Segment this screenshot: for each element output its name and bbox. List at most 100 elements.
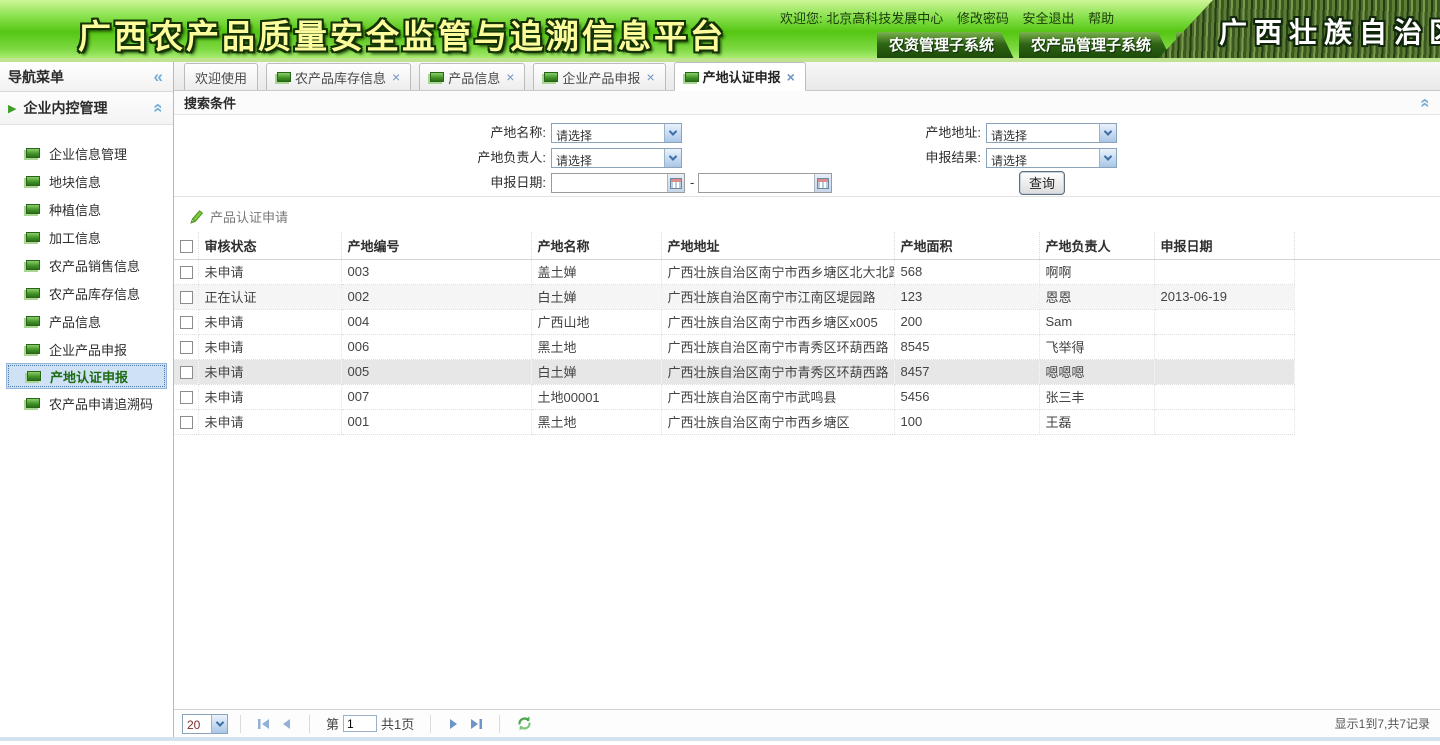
- date-from-input[interactable]: [552, 175, 667, 191]
- nav-agri-input-system[interactable]: 农资管理子系统: [877, 32, 1014, 59]
- tab-product-declare[interactable]: 企业产品申报 ×: [533, 63, 665, 90]
- record-status-text: 显示1到7,共7记录: [1335, 715, 1430, 732]
- row-checkbox[interactable]: [180, 391, 193, 404]
- next-page-button[interactable]: [443, 714, 465, 734]
- col-date: 申报日期: [1154, 232, 1294, 260]
- col-code: 产地编号: [341, 232, 531, 260]
- row-checkbox[interactable]: [180, 291, 193, 304]
- table-row[interactable]: 未申请 003 盖土婵 广西壮族自治区南宁市西乡塘区北大北路 568 啊啊: [174, 260, 1440, 285]
- declare-result-label: 申报结果:: [796, 148, 981, 168]
- close-icon[interactable]: ×: [646, 69, 654, 85]
- first-page-button[interactable]: [253, 714, 275, 734]
- logout-link[interactable]: 安全退出: [1023, 11, 1075, 26]
- sidebar-section-label: 企业内控管理: [23, 98, 107, 118]
- prev-page-button[interactable]: [275, 714, 297, 734]
- search-collapse-icon[interactable]: «: [1415, 98, 1435, 107]
- col-manager: 产地负责人: [1039, 232, 1154, 260]
- sidebar-menu: 企业信息管理 地块信息 种植信息 加工信息 农产品销售信息 农产品库存信息 产品…: [0, 125, 173, 417]
- tab-label: 企业产品申报: [562, 68, 640, 87]
- folder-icon: [26, 398, 40, 408]
- folder-icon: [26, 288, 40, 298]
- section-collapse-icon[interactable]: «: [148, 103, 168, 112]
- sidebar-item-label: 加工信息: [49, 228, 101, 247]
- folder-icon: [430, 72, 444, 82]
- sidebar-item-sales-info[interactable]: 农产品销售信息: [6, 251, 167, 279]
- folder-icon: [26, 176, 40, 186]
- last-page-button[interactable]: [465, 714, 487, 734]
- select-all-checkbox[interactable]: [180, 240, 193, 253]
- sidebar-item-origin-cert-declare[interactable]: 产地认证申报: [6, 363, 167, 389]
- chevron-down-icon[interactable]: [664, 149, 681, 167]
- sidebar-item-product-declare[interactable]: 企业产品申报: [6, 335, 167, 363]
- table-row[interactable]: 未申请 004 广西山地 广西壮族自治区南宁市西乡塘区x005 200 Sam: [174, 310, 1440, 335]
- folder-icon: [685, 72, 699, 82]
- table-row[interactable]: 正在认证 002 白土婵 广西壮族自治区南宁市江南区堤园路 123 恩恩 201…: [174, 285, 1440, 310]
- origin-manager-select[interactable]: 请选择: [551, 148, 682, 168]
- chevron-down-icon[interactable]: [211, 715, 227, 733]
- tab-bar: 欢迎使用 农产品库存信息 × 产品信息 × 企业产品申报 × 产地认证申报 ×: [174, 62, 1440, 91]
- table-header-row: 审核状态 产地编号 产地名称 产地地址 产地面积 产地负责人 申报日期: [174, 232, 1440, 260]
- sidebar-item-enterprise-info[interactable]: 企业信息管理: [6, 139, 167, 167]
- date-range-dash: -: [690, 173, 694, 193]
- welcome-text: 欢迎您: 北京高科技发展中心: [780, 11, 943, 26]
- sidebar-item-land-info[interactable]: 地块信息: [6, 167, 167, 195]
- tab-welcome[interactable]: 欢迎使用: [184, 63, 258, 90]
- chevron-down-icon[interactable]: [1099, 124, 1116, 142]
- row-checkbox[interactable]: [180, 366, 193, 379]
- folder-icon: [544, 72, 558, 82]
- origin-address-select[interactable]: 请选择: [986, 123, 1117, 143]
- sidebar-item-label: 企业信息管理: [49, 144, 127, 163]
- sidebar-item-trace-code-apply[interactable]: 农产品申请追溯码: [6, 389, 167, 417]
- tab-label: 农产品库存信息: [295, 68, 386, 87]
- select-all-cell: [174, 232, 198, 260]
- date-to-field[interactable]: [698, 173, 832, 193]
- tab-inventory-info[interactable]: 农产品库存信息 ×: [266, 63, 411, 90]
- page-number-input[interactable]: [343, 715, 377, 732]
- sidebar-item-label: 种植信息: [49, 200, 101, 219]
- row-checkbox[interactable]: [180, 316, 193, 329]
- calendar-icon[interactable]: [667, 174, 684, 192]
- search-conditions-bar: 搜索条件 «: [174, 91, 1440, 115]
- close-icon[interactable]: ×: [506, 69, 514, 85]
- sidebar-item-label: 地块信息: [49, 172, 101, 191]
- row-checkbox[interactable]: [180, 341, 193, 354]
- nav-agri-product-system[interactable]: 农产品管理子系统: [1019, 32, 1171, 59]
- sidebar-collapse-icon[interactable]: «: [154, 67, 163, 87]
- sidebar-item-product-info[interactable]: 产品信息: [6, 307, 167, 335]
- date-to-input[interactable]: [699, 175, 814, 191]
- page-size-select[interactable]: 20: [182, 714, 228, 734]
- declare-result-select[interactable]: 请选择: [986, 148, 1117, 168]
- chevron-down-icon[interactable]: [664, 124, 681, 142]
- close-icon[interactable]: ×: [392, 69, 400, 85]
- table-row[interactable]: 未申请 001 黑土地 广西壮族自治区南宁市西乡塘区 100 王磊: [174, 410, 1440, 435]
- col-name: 产地名称: [531, 232, 661, 260]
- chevron-down-icon[interactable]: [1099, 149, 1116, 167]
- calendar-icon[interactable]: [814, 174, 831, 192]
- sidebar-section-internal-control[interactable]: ▶ 企业内控管理 «: [0, 92, 173, 125]
- table-row[interactable]: 未申请 006 黑土地 广西壮族自治区南宁市青秀区环葫西路 8545 飞举得: [174, 335, 1440, 360]
- page-prefix: 第: [326, 714, 339, 733]
- tab-origin-cert-declare[interactable]: 产地认证申报 ×: [674, 62, 806, 91]
- tab-label: 欢迎使用: [195, 68, 247, 87]
- date-from-field[interactable]: [551, 173, 685, 193]
- sidebar: 导航菜单 « ▶ 企业内控管理 « 企业信息管理 地块信息 种植信息 加工信息: [0, 62, 174, 737]
- origin-name-select[interactable]: 请选择: [551, 123, 682, 143]
- content-area: 欢迎使用 农产品库存信息 × 产品信息 × 企业产品申报 × 产地认证申报 ×: [174, 62, 1440, 737]
- row-checkbox[interactable]: [180, 266, 193, 279]
- change-password-link[interactable]: 修改密码: [957, 11, 1009, 26]
- query-button[interactable]: 查询: [1019, 171, 1065, 195]
- sidebar-item-processing-info[interactable]: 加工信息: [6, 223, 167, 251]
- close-icon[interactable]: ×: [787, 69, 795, 85]
- sidebar-item-planting-info[interactable]: 种植信息: [6, 195, 167, 223]
- sidebar-item-inventory-info[interactable]: 农产品库存信息: [6, 279, 167, 307]
- table-row[interactable]: 未申请 007 土地00001 广西壮族自治区南宁市武鸣县 5456 张三丰: [174, 385, 1440, 410]
- row-checkbox[interactable]: [180, 416, 193, 429]
- table-row[interactable]: 未申请 005 白土婵 广西壮族自治区南宁市青秀区环葫西路 8457 嗯嗯嗯: [174, 360, 1440, 385]
- pager-separator: [430, 715, 431, 733]
- sidebar-header: 导航菜单 «: [0, 62, 173, 92]
- refresh-icon[interactable]: [516, 715, 533, 732]
- tab-product-info[interactable]: 产品信息 ×: [419, 63, 525, 90]
- col-address: 产地地址: [661, 232, 894, 260]
- help-link[interactable]: 帮助: [1088, 11, 1114, 26]
- pencil-icon: [188, 209, 204, 225]
